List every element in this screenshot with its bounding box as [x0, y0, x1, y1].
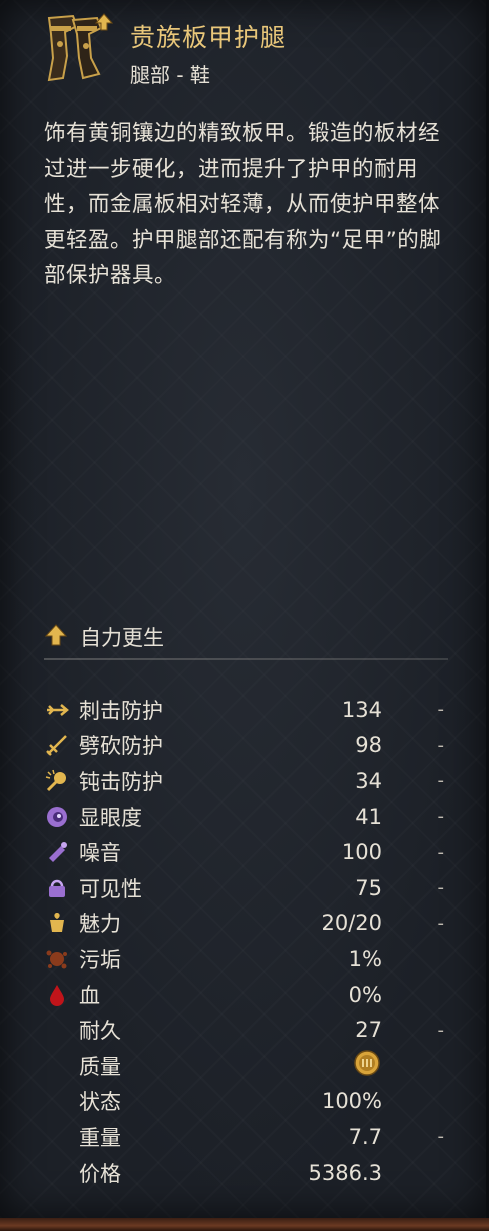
- stat-label: 价格: [79, 1161, 121, 1186]
- stat-modifier: -: [437, 734, 445, 756]
- stat-value: 27: [355, 1018, 382, 1043]
- item-tooltip-panel: 贵族板甲护腿 腿部 - 鞋 饰有黄铜镶边的精致板甲。锻造的板材经过进一步硬化，进…: [0, 0, 489, 1218]
- eye-icon: [44, 804, 70, 830]
- stat-modifier: -: [437, 770, 445, 792]
- stat-value: 0%: [348, 982, 382, 1007]
- stat-label: 耐久: [79, 1019, 121, 1044]
- stat-label: 显眼度: [79, 805, 142, 830]
- slash-protection-icon: [44, 732, 70, 758]
- stat-modifier: -: [437, 1019, 445, 1041]
- stat-value: 34: [355, 768, 382, 793]
- stat-label: 魅力: [79, 912, 121, 937]
- bottom-frame: [0, 1218, 489, 1231]
- stat-label: 钝击防护: [79, 769, 163, 794]
- charisma-icon: [44, 910, 70, 936]
- stat-row-pierce: 刺击防护 134 -: [44, 692, 454, 728]
- stat-value: 134: [341, 697, 382, 722]
- stat-row-condition: 状态 100%: [44, 1084, 454, 1120]
- bell-icon: [44, 839, 70, 865]
- stat-label: 劈砍防护: [79, 734, 163, 759]
- stat-row-dirt: 污垢 1%: [44, 941, 454, 977]
- stat-row-weight: 重量 7.7 -: [44, 1119, 454, 1155]
- stat-label: 刺击防护: [79, 698, 163, 723]
- blunt-protection-icon: [44, 768, 70, 794]
- item-description: 饰有黄铜镶边的精致板甲。锻造的板材经过进一步硬化，进而提升了护甲的耐用性，而金属…: [44, 121, 442, 288]
- blood-drop-icon: [44, 982, 70, 1008]
- stat-modifier: -: [437, 806, 445, 828]
- stat-modifier: -: [437, 877, 445, 899]
- stat-row-price: 价格 5386.3: [44, 1155, 454, 1191]
- stat-value: 100: [341, 840, 382, 865]
- stat-label: 污垢: [79, 947, 121, 972]
- quality-tier-iii-icon: [354, 1050, 380, 1081]
- stat-row-quality: 质量: [44, 1048, 454, 1084]
- up-arrow-icon: [44, 623, 68, 651]
- stat-value: 20/20: [321, 911, 382, 936]
- stat-label: 噪音: [79, 841, 121, 866]
- trait-row: 自力更生: [44, 622, 164, 652]
- stat-row-slash: 劈砍防护 98 -: [44, 728, 454, 764]
- trait-label: 自力更生: [80, 626, 164, 650]
- stat-value: 1%: [348, 946, 382, 971]
- upgrade-arrow-icon: [94, 13, 114, 31]
- stat-row-noise: 噪音 100 -: [44, 834, 454, 870]
- stat-modifier: -: [437, 699, 445, 721]
- stat-row-durability: 耐久 27 -: [44, 1012, 454, 1048]
- stat-value: 75: [355, 875, 382, 900]
- stat-row-blunt: 钝击防护 34 -: [44, 763, 454, 799]
- stat-value: 7.7: [348, 1124, 382, 1149]
- item-category: 腿部 - 鞋: [130, 63, 210, 87]
- stat-row-charisma: 魅力 20/20 -: [44, 906, 454, 942]
- stat-label: 可见性: [79, 876, 142, 901]
- item-title: 贵族板甲护腿: [130, 23, 287, 52]
- stat-row-visibility: 可见性 75 -: [44, 870, 454, 906]
- dirt-icon: [44, 946, 70, 972]
- pierce-protection-icon: [44, 697, 70, 723]
- stats-list: 刺击防护 134 - 劈砍防护 98 - 钝击防护 34 - 显眼度 41 - …: [44, 692, 454, 1190]
- stat-modifier: -: [437, 841, 445, 863]
- stat-label: 质量: [79, 1054, 121, 1079]
- stat-row-blood: 血 0%: [44, 977, 454, 1013]
- stat-label: 重量: [79, 1125, 121, 1150]
- stat-value: 41: [355, 804, 382, 829]
- stat-value: 100%: [321, 1089, 382, 1114]
- stat-label: 状态: [79, 1090, 121, 1115]
- divider: [44, 658, 448, 660]
- stat-modifier: -: [437, 1126, 445, 1148]
- stat-modifier: -: [437, 912, 445, 934]
- stat-row-conspicuousness: 显眼度 41 -: [44, 799, 454, 835]
- visibility-icon: [44, 875, 70, 901]
- stat-label: 血: [79, 983, 100, 1008]
- stat-value: 98: [355, 733, 382, 758]
- stat-value: 5386.3: [308, 1160, 382, 1185]
